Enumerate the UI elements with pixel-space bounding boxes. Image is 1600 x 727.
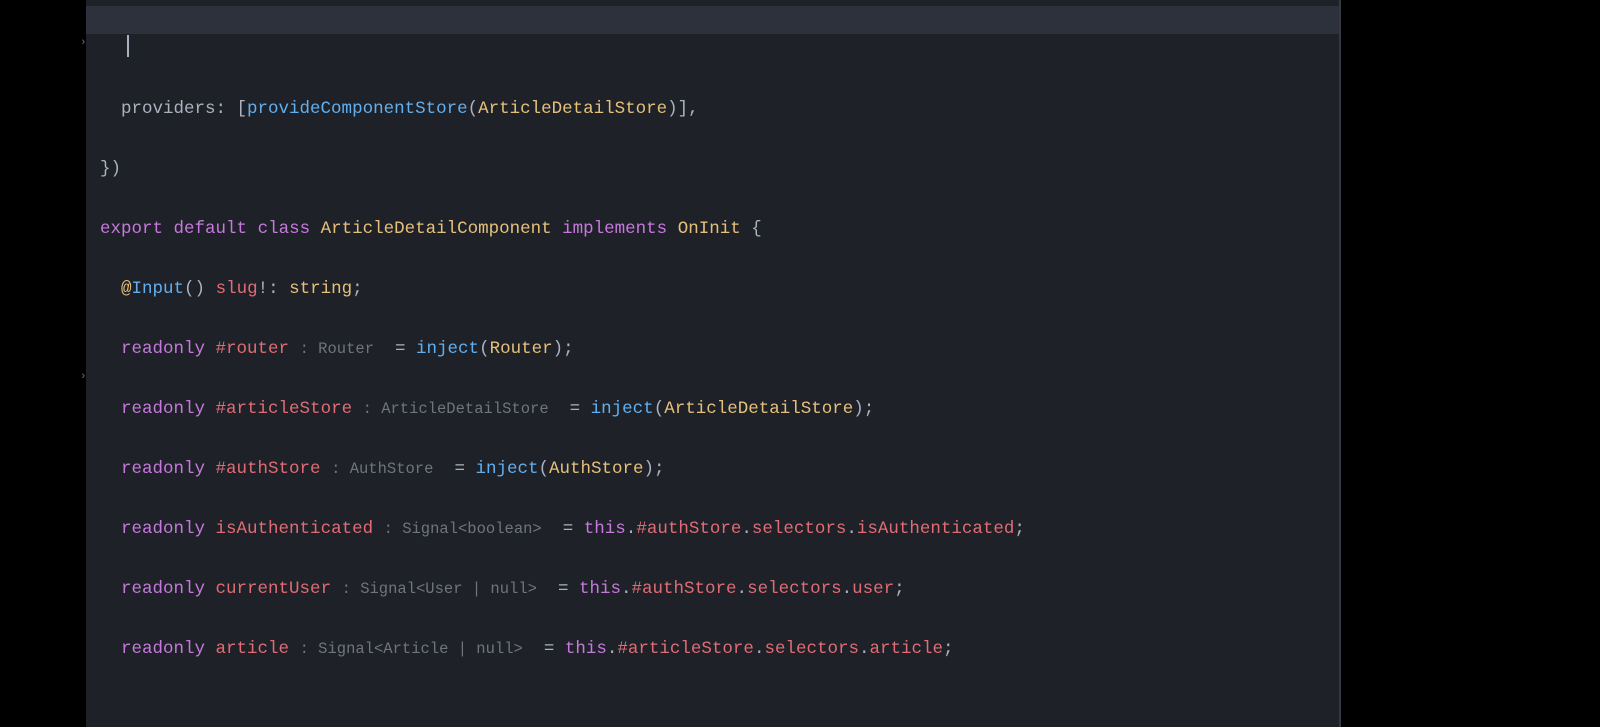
code-editor[interactable]: providers: [provideComponentStore(Articl… [86,0,1340,727]
token-identifier: #articleStore [617,639,754,659]
token-class: ArticleDetailComponent [321,219,552,239]
token-type: string [289,279,352,299]
token-identifier: selectors [752,519,847,539]
token-class: ArticleDetailStore [478,99,667,119]
inlay-hint: : Signal<User | null> [342,580,537,598]
token-identifier: #authStore [632,579,737,599]
token-decorator: Input [132,279,185,299]
token-keyword: readonly [121,399,205,419]
token-identifier: selectors [764,639,859,659]
token-keyword: readonly [121,519,205,539]
token-keyword: default [174,219,248,239]
token-identifier: #authStore [636,519,741,539]
token-identifier: user [852,579,894,599]
token-identifier: slug [216,279,258,299]
vcs-gutter[interactable]: › › [78,0,86,727]
token-keyword: implements [562,219,667,239]
token-class: ArticleDetailStore [664,399,853,419]
token-keyword: this [565,639,607,659]
token-function: provideComponentStore [247,99,468,119]
token-class: Router [490,339,553,359]
token-keyword: readonly [121,639,205,659]
right-panel [1340,0,1600,727]
token-keyword: readonly [121,339,205,359]
inlay-hint: : Signal<boolean> [384,520,542,538]
token-identifier: currentUser [216,579,332,599]
token-class: AuthStore [549,459,644,479]
token-property: providers [121,99,216,119]
token-function: inject [475,459,538,479]
inlay-hint: : Router [300,340,374,358]
text-caret [127,35,129,57]
token-function: inject [591,399,654,419]
token-keyword: readonly [121,459,205,479]
inlay-hint: : AuthStore [331,460,433,478]
token-identifier: isAuthenticated [857,519,1015,539]
token-function: inject [416,339,479,359]
token-identifier: isAuthenticated [216,519,374,539]
inlay-hint: : ArticleDetailStore [363,400,549,418]
token-keyword: this [584,519,626,539]
token-keyword: this [579,579,621,599]
gutter-left [0,0,78,727]
token-identifier: selectors [747,579,842,599]
token-class: OnInit [678,219,741,239]
token-identifier: article [216,639,290,659]
token-identifier: #authStore [216,459,321,479]
token-keyword: export [100,219,163,239]
token-keyword: readonly [121,579,205,599]
token-identifier: #articleStore [216,399,353,419]
token-identifier: article [869,639,943,659]
code-content[interactable]: providers: [provideComponentStore(Articl… [86,4,1340,727]
token-identifier: #router [216,339,290,359]
token-keyword: class [258,219,311,239]
editor-window: › › providers: [provideComponentStore(Ar… [0,0,1600,727]
inlay-hint: : Signal<Article | null> [300,640,523,658]
